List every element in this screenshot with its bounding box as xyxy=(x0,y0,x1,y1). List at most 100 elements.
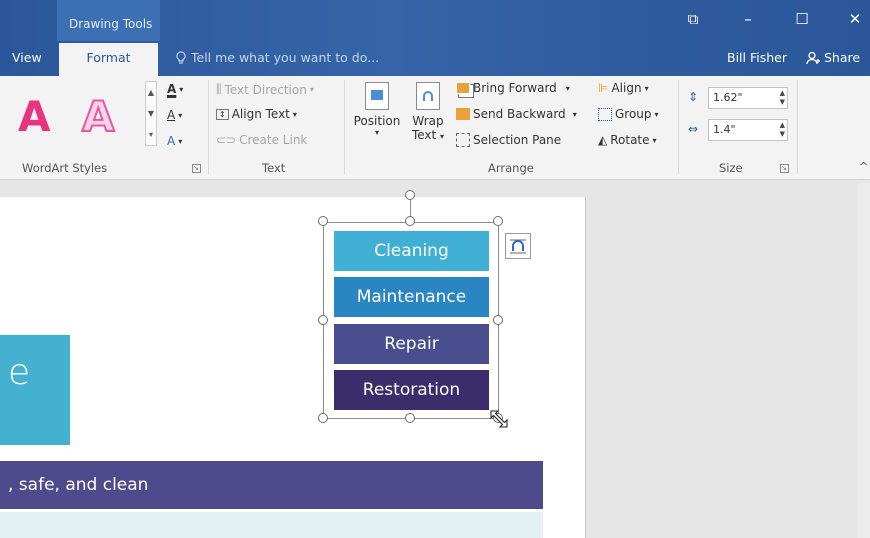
position-icon xyxy=(365,82,389,110)
group-divider xyxy=(344,80,345,174)
title-letter: e xyxy=(8,352,31,393)
wordart-style-pink[interactable]: A xyxy=(18,92,51,141)
selection-pane-icon xyxy=(456,133,470,147)
group-label-text: Text xyxy=(262,161,286,175)
lightbulb-icon xyxy=(176,50,186,64)
shape-restoration[interactable]: Restoration xyxy=(334,370,489,410)
resize-handle-top-right[interactable] xyxy=(493,216,503,226)
send-backward-label: Send Backward xyxy=(473,107,566,121)
shape-height-input[interactable]: 1.62" ▲ ▼ xyxy=(708,87,788,109)
share-label: Share xyxy=(824,50,861,65)
align-button[interactable]: ⊫ Align ▾ xyxy=(598,81,649,95)
rotate-icon: ◭ xyxy=(598,133,608,147)
dropdown-icon: ▾ xyxy=(309,85,314,94)
text-direction-button[interactable]: ⫼ Text Direction ▾ xyxy=(216,82,314,97)
ribbon: A A ▲ ▼ ▾ A ▾ A ▾ A ▾ WordArt Styles ↘ ⫼ Te… xyxy=(0,76,870,180)
tab-view[interactable]: View xyxy=(12,50,42,65)
wrap-text-label: Text ▾ xyxy=(411,128,445,142)
dropdown-icon: ▾ xyxy=(178,136,183,146)
resize-handle-bottom-left[interactable] xyxy=(318,413,328,423)
gallery-up-icon[interactable]: ▲ xyxy=(146,82,156,103)
resize-cursor-icon xyxy=(490,410,508,428)
resize-handle-top-left[interactable] xyxy=(318,216,328,226)
shape-width-value: 1.4" xyxy=(713,123,736,136)
spin-arrows-icon[interactable]: ▲ ▼ xyxy=(780,121,785,139)
group-divider xyxy=(797,80,798,174)
wrap-text-icon xyxy=(416,82,440,110)
group-label-arrange: Arrange xyxy=(488,161,534,175)
text-fill-icon: A xyxy=(167,82,177,96)
resize-handle-top[interactable] xyxy=(405,216,415,226)
resize-handle-bottom[interactable] xyxy=(405,413,415,423)
collapse-ribbon-icon[interactable]: ^ xyxy=(859,160,868,173)
resize-handle-right[interactable] xyxy=(493,315,503,325)
group-divider xyxy=(208,80,209,174)
bring-forward-label: Bring Forward xyxy=(473,81,557,95)
align-label: Align xyxy=(611,81,642,95)
text-direction-label: Text Direction xyxy=(224,82,307,97)
position-button[interactable]: Position ▾ xyxy=(350,82,404,137)
link-icon: ⊂⊃ xyxy=(216,133,237,147)
dropdown-icon: ▾ xyxy=(179,84,184,94)
shape-height-icon: ⇕ xyxy=(688,90,699,104)
dialog-launcher-icon[interactable]: ↘ xyxy=(780,164,789,173)
tell-me-placeholder: Tell me what you want to do... xyxy=(191,50,380,65)
dropdown-icon: ▾ xyxy=(374,128,379,137)
group-label-size: Size xyxy=(719,161,743,175)
align-text-icon: ↕ xyxy=(216,108,229,120)
vertical-scrollbar[interactable] xyxy=(858,183,870,538)
rotate-handle[interactable] xyxy=(405,190,415,200)
rotate-button[interactable]: ◭ Rotate ▾ xyxy=(598,133,657,147)
tell-me-box[interactable]: Tell me what you want to do... xyxy=(175,50,379,65)
text-direction-icon: ⫼ xyxy=(216,82,222,96)
layout-options-icon xyxy=(510,239,526,254)
person-icon xyxy=(806,51,820,64)
align-icon: ⊫ xyxy=(598,81,609,95)
bring-forward-button[interactable]: Bring Forward ▾ xyxy=(456,81,570,95)
gallery-down-icon[interactable]: ▼ xyxy=(146,103,156,124)
text-fill-button[interactable]: A ▾ xyxy=(167,82,183,96)
group-label-btn: Group xyxy=(615,107,652,121)
create-link-label: Create Link xyxy=(239,133,308,147)
ribbon-display-options-icon[interactable]: ⧉ xyxy=(678,9,708,29)
spin-arrows-icon[interactable]: ▲ ▼ xyxy=(780,89,785,107)
dropdown-icon: ▾ xyxy=(572,109,577,119)
align-text-button[interactable]: ↕ Align Text ▾ xyxy=(216,107,297,121)
user-name[interactable]: Bill Fisher xyxy=(727,50,787,65)
wrap-text-button[interactable]: Wrap Text ▾ xyxy=(408,82,448,142)
wordart-gallery-scroll[interactable]: ▲ ▼ ▾ xyxy=(145,81,157,146)
align-text-label: Align Text xyxy=(231,107,290,121)
share-button[interactable]: Share xyxy=(806,50,860,65)
wordart-style-outline[interactable]: A xyxy=(81,91,115,142)
context-tab-label: Drawing Tools xyxy=(69,17,153,31)
dropdown-icon: ▾ xyxy=(565,83,570,93)
close-icon[interactable]: ✕ xyxy=(840,9,870,29)
gallery-more-icon[interactable]: ▾ xyxy=(146,124,156,145)
shape-repair[interactable]: Repair xyxy=(334,324,489,364)
content-band xyxy=(0,512,543,538)
create-link-button[interactable]: ⊂⊃ Create Link xyxy=(216,133,307,147)
shape-width-input[interactable]: 1.4" ▲ ▼ xyxy=(708,119,788,141)
send-backward-icon xyxy=(456,108,470,120)
send-backward-button[interactable]: Send Backward ▾ xyxy=(456,107,577,121)
text-effects-button[interactable]: A ▾ xyxy=(167,134,182,148)
selection-pane-button[interactable]: Selection Pane xyxy=(456,133,561,147)
shape-height-value: 1.62" xyxy=(713,91,743,104)
rotation-stem xyxy=(410,197,411,217)
dropdown-icon: ▾ xyxy=(178,110,183,120)
maximize-icon[interactable]: ☐ xyxy=(787,9,817,29)
shape-cleaning[interactable]: Cleaning xyxy=(334,231,489,271)
text-outline-button[interactable]: A ▾ xyxy=(167,108,182,122)
wrap-label: Wrap xyxy=(412,114,444,128)
group-label-wordart: WordArt Styles xyxy=(22,161,108,175)
text-outline-icon: A xyxy=(167,108,176,122)
tab-format[interactable]: Format xyxy=(59,43,158,76)
layout-options-button[interactable] xyxy=(505,233,531,259)
shape-maintenance[interactable]: Maintenance xyxy=(334,277,489,317)
resize-handle-left[interactable] xyxy=(318,315,328,325)
group-button[interactable]: Group ▾ xyxy=(598,107,659,121)
minimize-icon[interactable]: – xyxy=(733,9,763,29)
position-label: Position xyxy=(353,114,401,128)
dialog-launcher-icon[interactable]: ↘ xyxy=(192,164,201,173)
bring-forward-icon xyxy=(456,82,470,94)
